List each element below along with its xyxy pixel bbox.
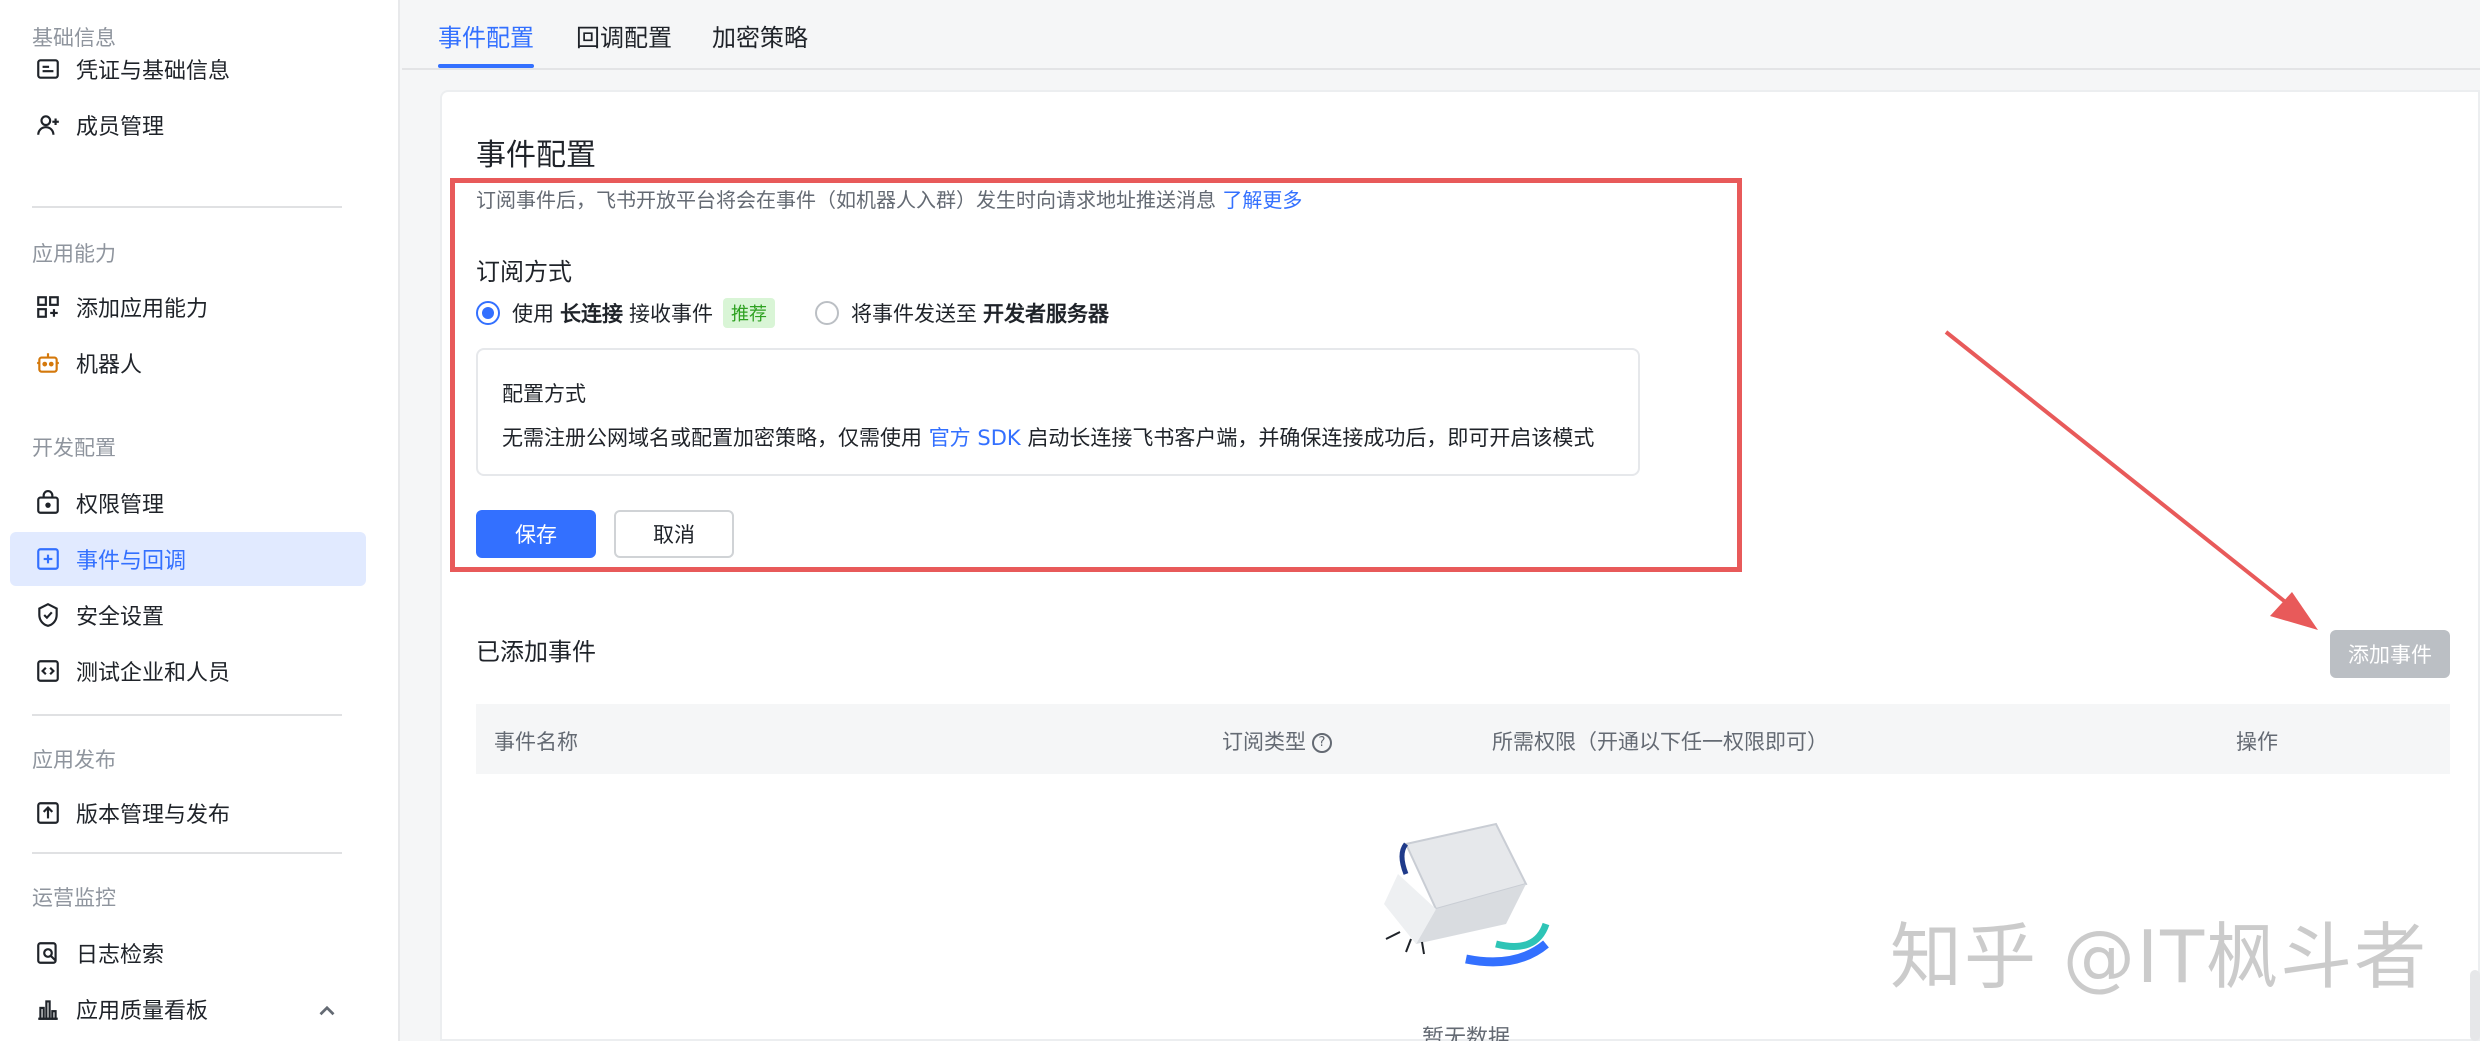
config-text: 无需注册公网域名或配置加密策略，仅需使用 bbox=[502, 426, 922, 450]
radio-developer-server[interactable] bbox=[815, 301, 839, 325]
config-method-box: 配置方式 无需注册公网域名或配置加密策略，仅需使用 官方 SDK 启动长连接飞书… bbox=[476, 348, 1640, 476]
add-event-button[interactable]: 添加事件 bbox=[2330, 630, 2450, 678]
group-title-dev: 开发配置 bbox=[32, 436, 116, 460]
shield-icon bbox=[34, 601, 62, 629]
sidebar-item-label: 版本管理与发布 bbox=[76, 803, 231, 828]
config-text: 启动长连接飞书客户端，并确保连接成功后，即可开启该模式 bbox=[1027, 426, 1595, 450]
config-method-text: 无需注册公网域名或配置加密策略，仅需使用 官方 SDK 启动长连接飞书客户端，并… bbox=[502, 422, 1594, 452]
event-icon bbox=[34, 545, 62, 573]
recommend-badge: 推荐 bbox=[723, 298, 775, 328]
column-actions: 操作 bbox=[2236, 730, 2278, 754]
sidebar-item-log-search[interactable]: 日志检索 bbox=[10, 926, 366, 980]
log-search-icon bbox=[34, 939, 62, 967]
option-text: 将事件发送至 bbox=[851, 302, 977, 326]
config-method-title: 配置方式 bbox=[502, 382, 586, 406]
sidebar-item-add-ability[interactable]: 添加应用能力 bbox=[10, 280, 366, 334]
sidebar-item-security[interactable]: 安全设置 bbox=[10, 588, 366, 642]
robot-icon bbox=[34, 349, 62, 377]
column-label: 订阅类型 bbox=[1222, 730, 1306, 754]
active-tab-indicator bbox=[438, 64, 534, 68]
permission-icon bbox=[34, 489, 62, 517]
upload-icon bbox=[34, 799, 62, 827]
tab-callback-config[interactable]: 回调配置 bbox=[576, 18, 672, 53]
sidebar-item-permission[interactable]: 权限管理 bbox=[10, 476, 366, 530]
sidebar-item-label: 权限管理 bbox=[76, 493, 165, 518]
group-title-ability: 应用能力 bbox=[32, 242, 116, 266]
option-text: 接收事件 bbox=[629, 302, 713, 326]
code-icon bbox=[34, 657, 62, 685]
event-config-card: 事件配置 订阅事件后，飞书开放平台将会在事件（如机器人入群）发生时向请求地址推送… bbox=[440, 90, 2480, 1041]
sidebar-item-label: 日志检索 bbox=[76, 943, 165, 968]
chevron-up-icon[interactable] bbox=[314, 998, 340, 1024]
chart-icon bbox=[34, 995, 62, 1023]
sidebar-item-members[interactable]: 成员管理 bbox=[10, 98, 366, 152]
sidebar-item-label: 测试企业和人员 bbox=[76, 661, 231, 686]
tab-bar: 事件配置 回调配置 加密策略 bbox=[402, 0, 2480, 70]
empty-state-text: 暂无数据 bbox=[1422, 1026, 1511, 1041]
empty-box-icon bbox=[1384, 822, 1550, 967]
sidebar: 基础信息 凭证与基础信息 成员管理 应用能力 添加应用能力 机器人 开发配置 权… bbox=[0, 0, 400, 1041]
sidebar-item-label: 成员管理 bbox=[76, 115, 165, 140]
sidebar-item-label: 凭证与基础信息 bbox=[76, 59, 231, 84]
tab-encryption[interactable]: 加密策略 bbox=[712, 18, 808, 53]
radio-long-connection[interactable] bbox=[476, 301, 500, 325]
sidebar-item-label: 添加应用能力 bbox=[76, 297, 209, 322]
divider bbox=[32, 714, 342, 716]
learn-more-link[interactable]: 了解更多 bbox=[1222, 188, 1302, 212]
cancel-button[interactable]: 取消 bbox=[614, 510, 734, 558]
column-event-name: 事件名称 bbox=[494, 730, 578, 754]
description-text: 订阅事件后，飞书开放平台将会在事件（如机器人入群）发生时向请求地址推送消息 bbox=[476, 188, 1216, 212]
description: 订阅事件后，飞书开放平台将会在事件（如机器人入群）发生时向请求地址推送消息 了解… bbox=[476, 184, 1302, 213]
divider bbox=[32, 206, 342, 208]
subscribe-mode-options: 使用 长连接 接收事件 推荐 将事件发送至 开发者服务器 bbox=[476, 298, 1115, 328]
add-ability-icon bbox=[34, 293, 62, 321]
option-bold: 长连接 bbox=[560, 302, 623, 326]
sidebar-item-quality-board[interactable]: 应用质量看板 bbox=[10, 982, 366, 1036]
group-title-release: 应用发布 bbox=[32, 748, 116, 772]
group-title-monitor: 运营监控 bbox=[32, 886, 116, 910]
sdk-link[interactable]: 官方 SDK bbox=[929, 426, 1021, 450]
sidebar-item-robot[interactable]: 机器人 bbox=[10, 336, 366, 390]
option-text: 使用 bbox=[512, 302, 554, 326]
tab-event-config[interactable]: 事件配置 bbox=[438, 18, 534, 53]
sidebar-item-label: 安全设置 bbox=[76, 605, 165, 630]
sidebar-item-credentials[interactable]: 凭证与基础信息 bbox=[10, 42, 366, 96]
column-subscribe-type: 订阅类型? bbox=[1222, 726, 1332, 756]
sidebar-item-label: 应用质量看板 bbox=[76, 999, 209, 1024]
sidebar-item-label: 机器人 bbox=[76, 353, 143, 378]
scrollbar[interactable] bbox=[2470, 970, 2480, 1041]
divider bbox=[32, 852, 342, 854]
sidebar-item-test-enterprise[interactable]: 测试企业和人员 bbox=[10, 644, 366, 698]
help-icon[interactable]: ? bbox=[1312, 733, 1332, 753]
credential-icon bbox=[34, 55, 62, 83]
option-bold: 开发者服务器 bbox=[983, 302, 1109, 326]
sidebar-item-label: 事件与回调 bbox=[76, 549, 187, 574]
sidebar-item-version[interactable]: 版本管理与发布 bbox=[10, 786, 366, 840]
column-required-permission: 所需权限（开通以下任一权限即可） bbox=[1492, 730, 1828, 754]
save-button[interactable]: 保存 bbox=[476, 510, 596, 558]
member-add-icon bbox=[34, 111, 62, 139]
events-table-header: 事件名称 订阅类型? 所需权限（开通以下任一权限即可） 操作 bbox=[476, 704, 2450, 774]
subscribe-mode-title: 订阅方式 bbox=[476, 258, 572, 286]
page-title: 事件配置 bbox=[476, 138, 596, 173]
sidebar-item-event-callback[interactable]: 事件与回调 bbox=[10, 532, 366, 586]
added-events-title: 已添加事件 bbox=[476, 638, 596, 666]
